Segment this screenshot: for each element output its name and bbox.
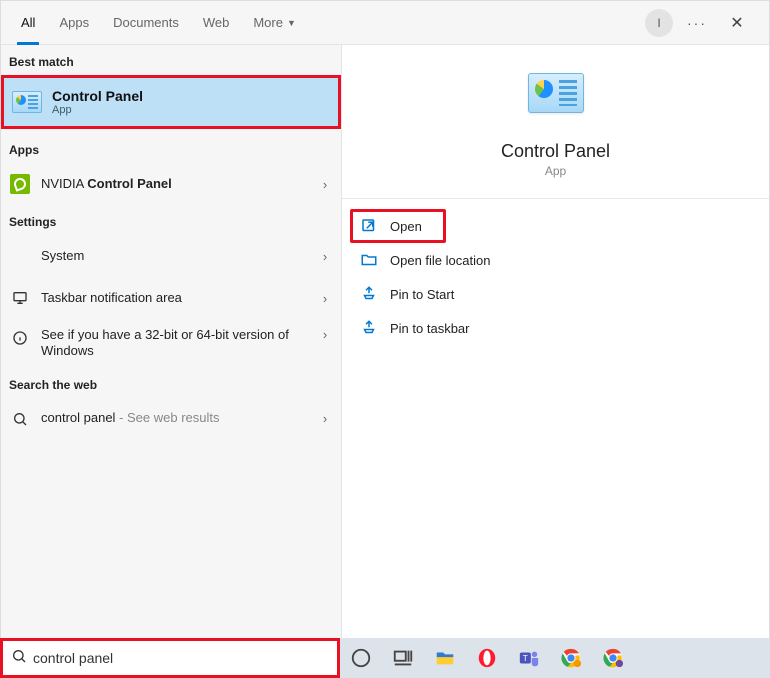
- search-icon: [9, 408, 31, 430]
- nvidia-icon: [10, 174, 30, 194]
- folder-icon: [360, 251, 378, 269]
- search-icon: [11, 648, 27, 669]
- section-apps: Apps: [1, 133, 341, 163]
- chevron-right-icon: ›: [317, 327, 333, 342]
- preview-subtitle: App: [545, 164, 566, 178]
- result-control-panel[interactable]: Control Panel App: [1, 75, 341, 129]
- windows-search-panel: All Apps Documents Web More▼ I ··· ✕ Bes…: [0, 0, 770, 640]
- chrome-icon[interactable]: [558, 645, 584, 671]
- section-best-match: Best match: [1, 45, 341, 75]
- close-button[interactable]: ✕: [721, 7, 753, 39]
- preview-pane: Control Panel App Open Open file locatio…: [341, 45, 769, 639]
- open-icon: [360, 217, 378, 235]
- result-subtitle: App: [52, 104, 143, 116]
- action-pin-to-taskbar[interactable]: Pin to taskbar: [350, 311, 761, 345]
- preview-title: Control Panel: [501, 141, 610, 162]
- chevron-right-icon: ›: [317, 291, 333, 306]
- tab-web[interactable]: Web: [191, 1, 242, 45]
- result-title: Control Panel: [52, 88, 143, 104]
- monitor-icon: [9, 287, 31, 309]
- result-web-search[interactable]: control panel - See web results ›: [1, 398, 341, 440]
- file-explorer-icon[interactable]: [432, 645, 458, 671]
- tab-documents[interactable]: Documents: [101, 1, 191, 45]
- result-taskbar-notification-area[interactable]: Taskbar notification area ›: [1, 277, 341, 319]
- user-avatar[interactable]: I: [645, 9, 673, 37]
- task-view-icon[interactable]: [390, 645, 416, 671]
- gear-icon: [9, 245, 31, 267]
- info-icon: [9, 327, 31, 349]
- section-settings: Settings: [1, 205, 341, 235]
- chevron-down-icon: ▼: [287, 18, 296, 28]
- chevron-right-icon: ›: [317, 411, 333, 426]
- taskbar: T: [340, 638, 770, 678]
- chevron-right-icon: ›: [317, 249, 333, 264]
- tab-apps[interactable]: Apps: [47, 1, 101, 45]
- control-panel-icon: [528, 73, 584, 113]
- more-options-button[interactable]: ···: [681, 7, 713, 39]
- result-nvidia-control-panel[interactable]: NVIDIA Control Panel ›: [1, 163, 341, 205]
- chrome-alt-icon[interactable]: [600, 645, 626, 671]
- result-32-64-bit[interactable]: See if you have a 32-bit or 64-bit versi…: [1, 319, 341, 368]
- action-open-file-location[interactable]: Open file location: [350, 243, 761, 277]
- search-tabs: All Apps Documents Web More▼ I ··· ✕: [1, 1, 769, 45]
- pin-icon: [360, 285, 378, 303]
- cortana-icon[interactable]: [348, 645, 374, 671]
- control-panel-icon: [12, 91, 42, 113]
- search-box[interactable]: [0, 638, 340, 678]
- tab-all[interactable]: All: [9, 1, 47, 45]
- chevron-right-icon: ›: [317, 177, 333, 192]
- action-pin-to-start[interactable]: Pin to Start: [350, 277, 761, 311]
- pin-icon: [360, 319, 378, 337]
- search-input[interactable]: [33, 650, 329, 666]
- teams-icon[interactable]: T: [516, 645, 542, 671]
- tab-more[interactable]: More▼: [241, 1, 308, 45]
- section-search-web: Search the web: [1, 368, 341, 398]
- action-open[interactable]: Open: [350, 209, 446, 243]
- results-list: Best match Control Panel App Apps NVIDIA…: [1, 45, 341, 639]
- result-system[interactable]: System ›: [1, 235, 341, 277]
- svg-text:T: T: [523, 654, 528, 663]
- opera-icon[interactable]: [474, 645, 500, 671]
